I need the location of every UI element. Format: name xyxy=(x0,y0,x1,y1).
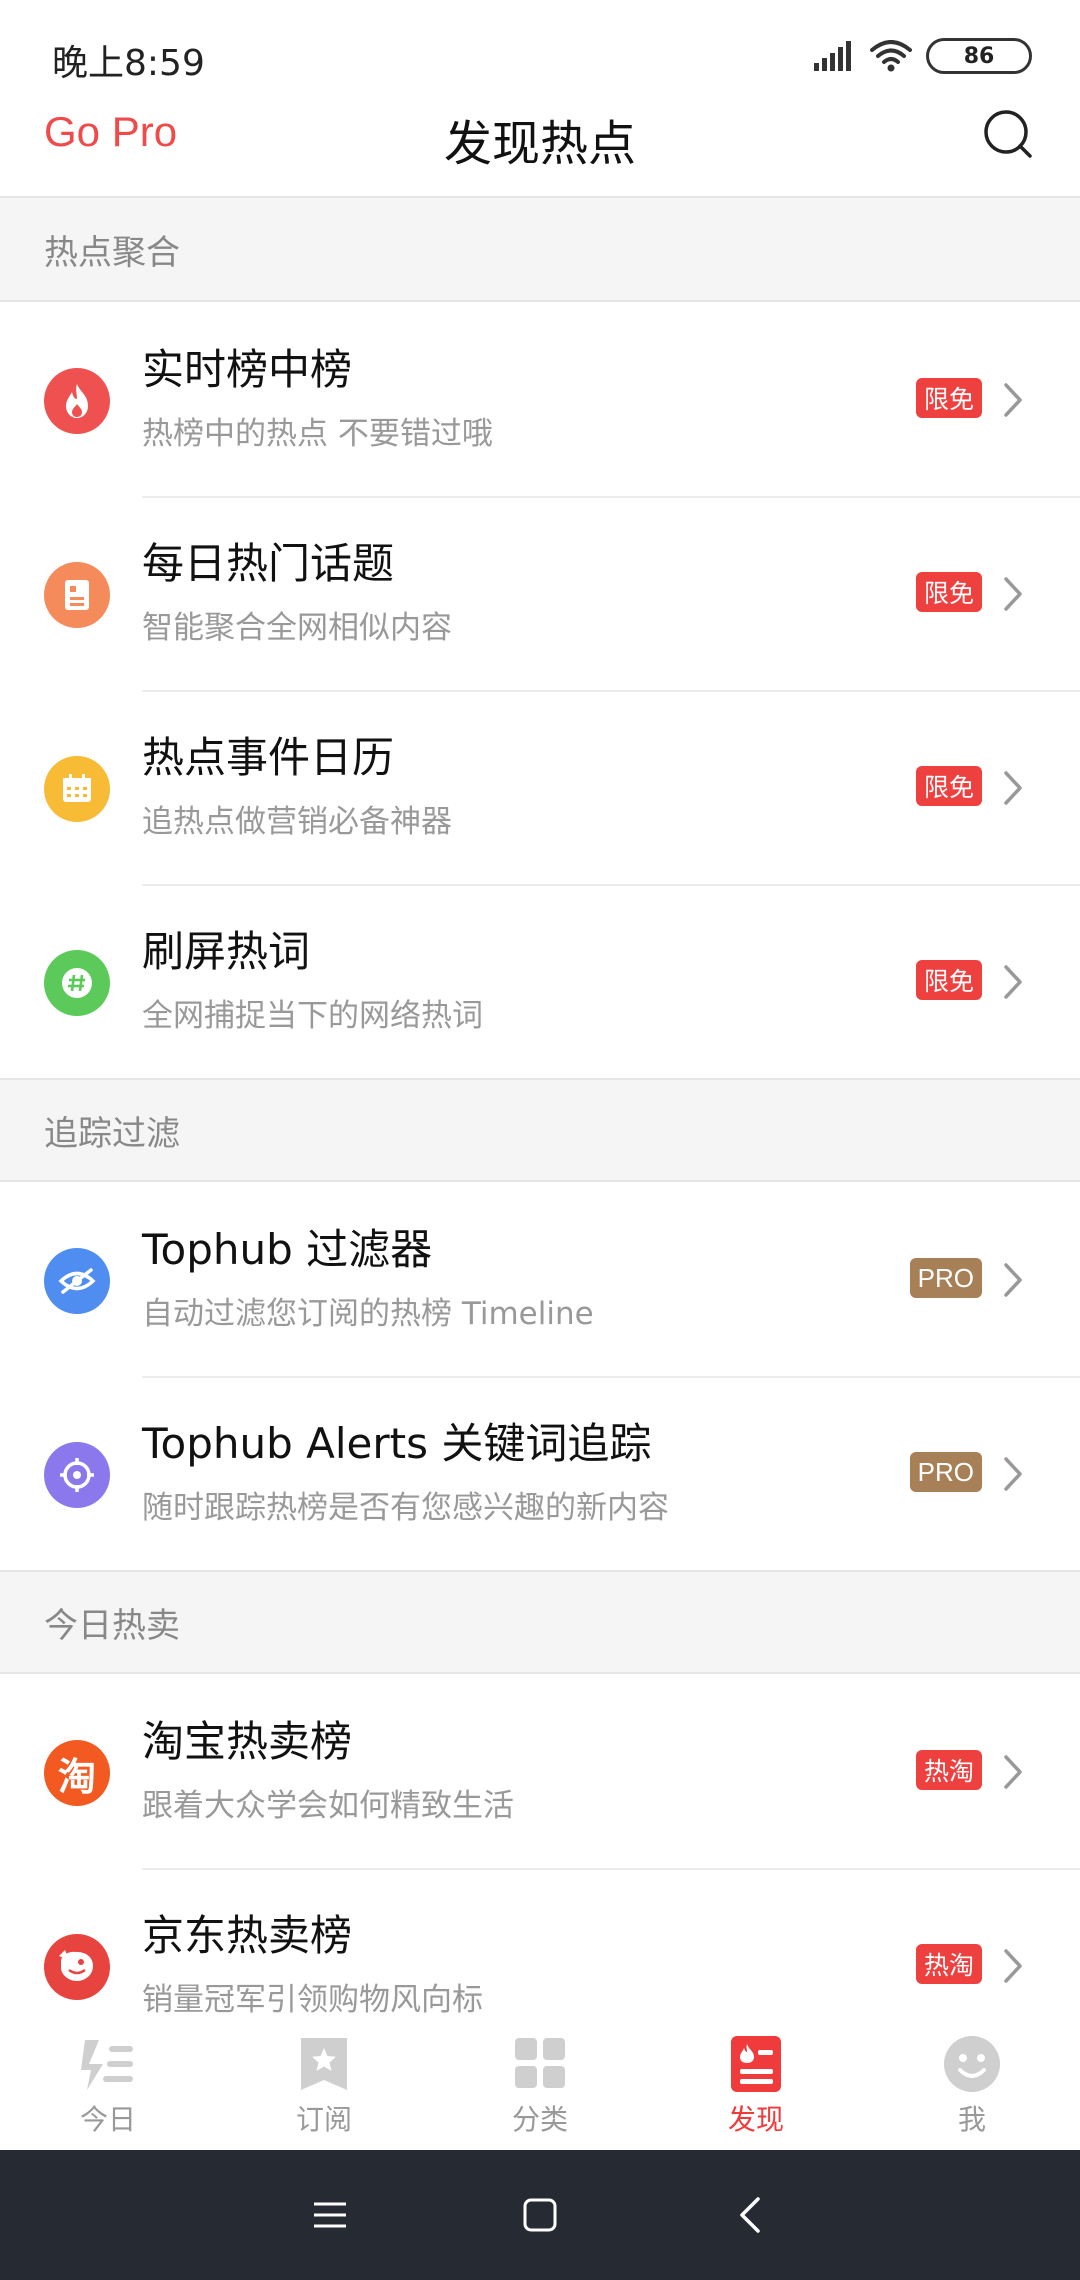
tab-label: 订阅 xyxy=(295,2103,352,2136)
section-header: 今日热卖 xyxy=(0,1570,1080,1674)
home-button[interactable] xyxy=(515,2190,565,2240)
smiley-face-icon xyxy=(944,2036,1000,2092)
item-title: 实时榜中榜 xyxy=(142,345,353,394)
status-icons: 86 xyxy=(814,36,1032,76)
list-item-jd-bestsellers[interactable]: 京东热卖榜 销量冠军引领购物风向标 热淘 xyxy=(0,1868,1080,2026)
chevron-right-icon xyxy=(1004,771,1022,805)
tab-discover[interactable]: 发现 xyxy=(648,2026,864,2150)
item-title: Tophub Alerts 关键词追踪 xyxy=(142,1419,652,1468)
menu-icon xyxy=(314,2202,346,2228)
chevron-right-icon xyxy=(1004,1457,1022,1491)
home-square-icon xyxy=(523,2198,557,2232)
tab-label: 我 xyxy=(957,2103,986,2136)
item-title: Tophub 过滤器 xyxy=(142,1225,433,1274)
pro-badge: PRO xyxy=(909,1452,982,1492)
subscribe-star-icon xyxy=(301,2038,347,2090)
discover-list: 热点聚合 实时榜中榜 热榜中的热点 不要错过哦 限免 每日热门话题 智能聚合全网… xyxy=(0,198,1080,2026)
back-button[interactable] xyxy=(725,2190,775,2240)
item-subtitle: 随时跟踪热榜是否有您感兴趣的新内容 xyxy=(142,1490,669,1526)
list-item-event-calendar[interactable]: 热点事件日历 追热点做营销必备神器 限免 xyxy=(0,690,1080,884)
section-header: 追踪过滤 xyxy=(0,1078,1080,1182)
page-title: 发现热点 xyxy=(443,116,636,172)
calendar-icon xyxy=(44,756,110,822)
today-icon xyxy=(81,2040,133,2090)
fire-icon xyxy=(44,368,110,434)
jd-dog-icon xyxy=(44,1934,110,2000)
item-subtitle: 跟着大众学会如何精致生活 xyxy=(142,1788,514,1824)
list-item-tophub-filter[interactable]: Tophub 过滤器 自动过滤您订阅的热榜 Timeline PRO xyxy=(0,1182,1080,1376)
item-subtitle: 追热点做营销必备神器 xyxy=(142,804,452,840)
signal-icon xyxy=(814,41,851,71)
list-item-realtime-ranking[interactable]: 实时榜中榜 热榜中的热点 不要错过哦 限免 xyxy=(0,302,1080,496)
taobao-icon: 淘 xyxy=(44,1740,110,1806)
discover-icon xyxy=(731,2036,781,2092)
document-icon xyxy=(44,562,110,628)
taobao-icon-glyph: 淘 xyxy=(57,1754,96,1799)
chevron-right-icon xyxy=(1004,1949,1022,1983)
free-badge: 限免 xyxy=(915,766,982,806)
free-badge: 限免 xyxy=(915,960,982,1000)
chevron-right-icon xyxy=(1004,1263,1022,1297)
list-item-daily-topics[interactable]: 每日热门话题 智能聚合全网相似内容 限免 xyxy=(0,496,1080,690)
hashtag-icon xyxy=(44,950,110,1016)
chevron-right-icon xyxy=(1004,965,1022,999)
wifi-icon xyxy=(870,40,912,72)
tab-today[interactable]: 今日 xyxy=(0,2026,216,2150)
target-icon xyxy=(44,1442,110,1508)
pro-badge: PRO xyxy=(909,1258,982,1298)
tab-label: 分类 xyxy=(511,2103,568,2136)
item-title: 淘宝热卖榜 xyxy=(142,1717,353,1766)
chevron-right-icon xyxy=(1004,1755,1022,1789)
item-subtitle: 自动过滤您订阅的热榜 Timeline xyxy=(142,1296,594,1332)
item-subtitle: 智能聚合全网相似内容 xyxy=(142,610,452,646)
tab-me[interactable]: 我 xyxy=(864,2026,1080,2150)
chevron-right-icon xyxy=(1004,577,1022,611)
tab-label: 今日 xyxy=(79,2103,136,2136)
item-subtitle: 全网捕捉当下的网络热词 xyxy=(142,998,483,1034)
bottom-tab-bar: 今日 订阅 分类 发现 我 xyxy=(0,2026,1080,2150)
app-header: Go Pro 发现热点 xyxy=(0,100,1080,198)
section-header: 热点聚合 xyxy=(0,198,1080,302)
menu-button[interactable] xyxy=(305,2190,355,2240)
tab-label: 发现 xyxy=(727,2103,784,2136)
list-item-tophub-alerts[interactable]: Tophub Alerts 关键词追踪 随时跟踪热榜是否有您感兴趣的新内容 PR… xyxy=(0,1376,1080,1570)
item-title: 热点事件日历 xyxy=(142,733,395,782)
eye-off-icon xyxy=(44,1248,110,1314)
battery-level: 86 xyxy=(963,43,995,69)
search-icon[interactable] xyxy=(980,106,1036,162)
hot-badge: 热淘 xyxy=(915,1944,982,1984)
free-badge: 限免 xyxy=(915,378,982,418)
tab-category[interactable]: 分类 xyxy=(432,2026,648,2150)
item-subtitle: 热榜中的热点 不要错过哦 xyxy=(142,416,493,452)
chevron-right-icon xyxy=(1004,383,1022,417)
item-title: 刷屏热词 xyxy=(142,927,311,976)
free-badge: 限免 xyxy=(915,572,982,612)
list-item-trending-words[interactable]: 刷屏热词 全网捕捉当下的网络热词 限免 xyxy=(0,884,1080,1078)
system-nav-bar xyxy=(0,2150,1080,2280)
battery-indicator: 86 xyxy=(926,38,1032,74)
item-title: 每日热门话题 xyxy=(142,539,395,588)
back-chevron-icon xyxy=(740,2197,760,2233)
status-time: 晚上8:59 xyxy=(52,43,205,84)
hot-badge: 热淘 xyxy=(915,1750,982,1790)
item-title: 京东热卖榜 xyxy=(142,1911,353,1960)
tab-subscribe[interactable]: 订阅 xyxy=(216,2026,432,2150)
item-subtitle: 销量冠军引领购物风向标 xyxy=(142,1982,483,2018)
status-bar: 晚上8:59 86 xyxy=(0,0,1080,100)
category-grid-icon xyxy=(515,2038,565,2088)
list-item-taobao-bestsellers[interactable]: 淘 淘宝热卖榜 跟着大众学会如何精致生活 热淘 xyxy=(0,1674,1080,1868)
